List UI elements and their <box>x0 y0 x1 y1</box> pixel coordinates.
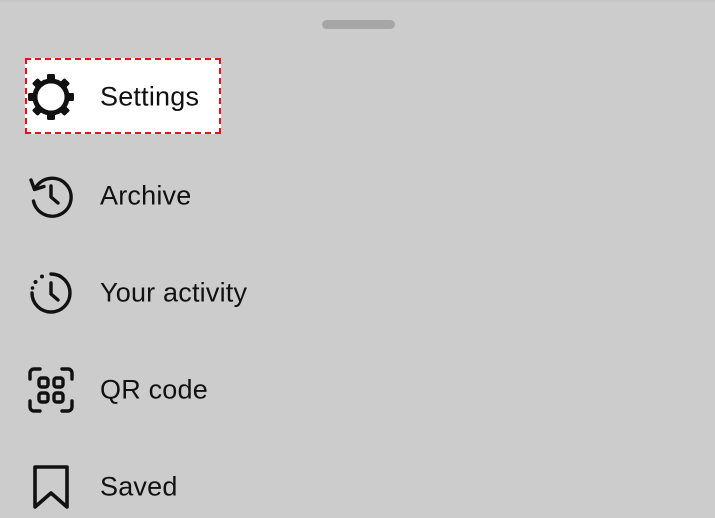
menu-item-label: Archive <box>100 180 192 210</box>
menu-item-your-activity[interactable]: Your activity <box>0 244 715 341</box>
menu-item-label: Settings <box>100 81 200 111</box>
menu-item-label: Saved <box>100 471 178 501</box>
drag-handle[interactable] <box>322 20 395 29</box>
menu-item-settings[interactable]: Settings <box>0 48 715 145</box>
activity-clock-icon <box>26 268 76 318</box>
bottom-sheet: Settings Archive Your activity QR code S… <box>0 0 715 518</box>
menu-item-label: QR code <box>100 374 208 404</box>
archive-history-icon <box>26 171 76 221</box>
qr-code-icon <box>26 365 76 415</box>
sheet-top-edge <box>0 0 715 2</box>
menu-item-archive[interactable]: Archive <box>0 147 715 244</box>
bookmark-icon <box>26 462 76 512</box>
menu-item-label: Your activity <box>100 277 248 307</box>
menu-item-qr-code[interactable]: QR code <box>0 341 715 438</box>
menu-item-saved[interactable]: Saved <box>0 438 715 518</box>
gear-icon <box>26 72 76 122</box>
